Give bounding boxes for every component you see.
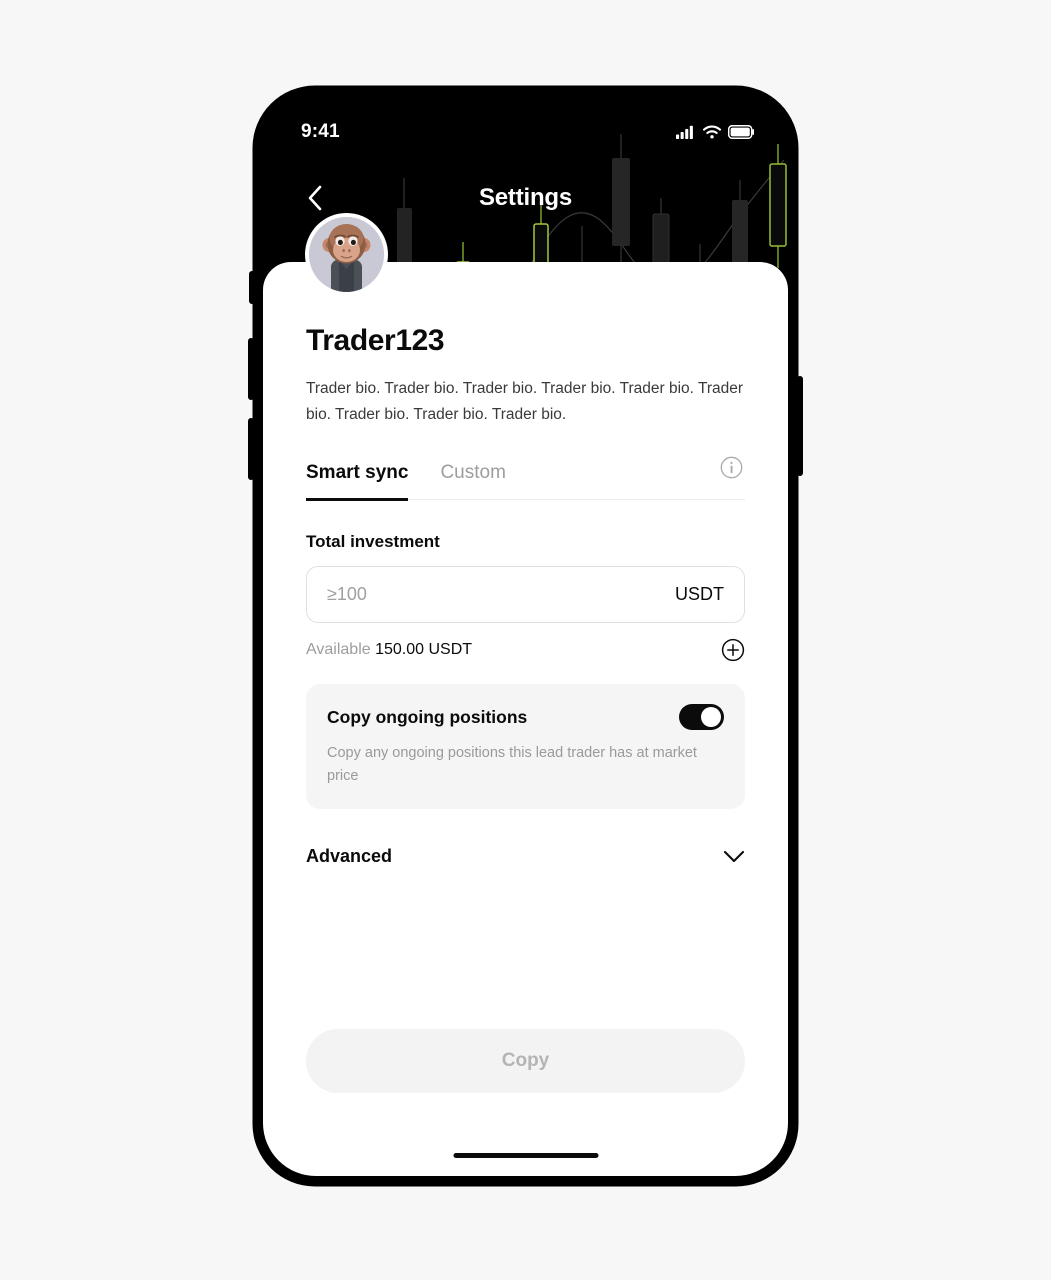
avatar[interactable] — [305, 213, 388, 296]
screenshot-canvas: Settings 9:41 Trader123 Trader bio. Trad… — [0, 0, 1051, 1280]
currency-unit: USDT — [675, 584, 724, 605]
volume-up-button[interactable] — [248, 338, 254, 400]
available-balance-row: Available 150.00 USDT — [306, 638, 745, 662]
tab-smart-sync[interactable]: Smart sync — [306, 462, 409, 501]
signal-bars-icon — [676, 125, 693, 139]
available-amount: 150.00 USDT — [375, 641, 473, 659]
chevron-left-icon — [308, 185, 322, 211]
monkey-avatar-icon — [309, 217, 384, 292]
sheet-body: Trader123 Trader bio. Trader bio. Trader… — [263, 262, 788, 867]
advanced-section-toggle[interactable]: Advanced — [306, 846, 745, 867]
power-button[interactable] — [797, 376, 803, 476]
phone-frame: Settings 9:41 Trader123 Trader bio. Trad… — [248, 86, 803, 1186]
copy-positions-title: Copy ongoing positions — [327, 706, 528, 727]
investment-amount-input[interactable] — [327, 584, 527, 606]
phone-screen: Settings 9:41 Trader123 Trader bio. Trad… — [263, 96, 788, 1176]
copy-positions-toggle[interactable] — [679, 704, 724, 731]
available-balance: Available 150.00 USDT — [306, 641, 472, 659]
navigation-bar: Settings — [263, 174, 788, 222]
page-title: Settings — [478, 184, 573, 211]
total-investment-label: Total investment — [306, 532, 440, 552]
mute-switch-button[interactable] — [249, 271, 255, 304]
total-investment-field[interactable]: USDT — [306, 566, 745, 624]
available-label: Available — [306, 641, 371, 659]
status-bar: 9:41 — [263, 96, 788, 154]
copy-button[interactable]: Copy — [306, 1029, 745, 1093]
advanced-label: Advanced — [306, 846, 393, 866]
chevron-down-icon — [723, 850, 745, 863]
profile-bio: Trader bio. Trader bio. Trader bio. Trad… — [306, 380, 744, 424]
status-icons — [676, 125, 754, 139]
copy-ongoing-positions-card: Copy ongoing positions Copy any ongoing … — [306, 684, 745, 809]
plus-circle-icon — [721, 638, 745, 662]
wifi-icon — [703, 125, 721, 139]
tabs: Smart sync Custom — [306, 456, 745, 501]
volume-down-button[interactable] — [248, 418, 254, 480]
info-button[interactable] — [720, 456, 743, 484]
tab-custom[interactable]: Custom — [440, 462, 505, 499]
home-indicator — [453, 1152, 598, 1158]
battery-icon — [728, 125, 754, 139]
copy-positions-description: Copy any ongoing positions this lead tra… — [327, 745, 697, 784]
toggle-knob — [701, 707, 721, 728]
username: Trader123 — [306, 324, 445, 357]
info-circle-icon — [720, 456, 743, 479]
status-time: 9:41 — [301, 121, 340, 142]
add-funds-button[interactable] — [721, 638, 745, 662]
settings-sheet: Trader123 Trader bio. Trader bio. Trader… — [263, 213, 788, 1176]
copy-card-header: Copy ongoing positions — [327, 704, 724, 731]
back-button[interactable] — [295, 178, 335, 218]
